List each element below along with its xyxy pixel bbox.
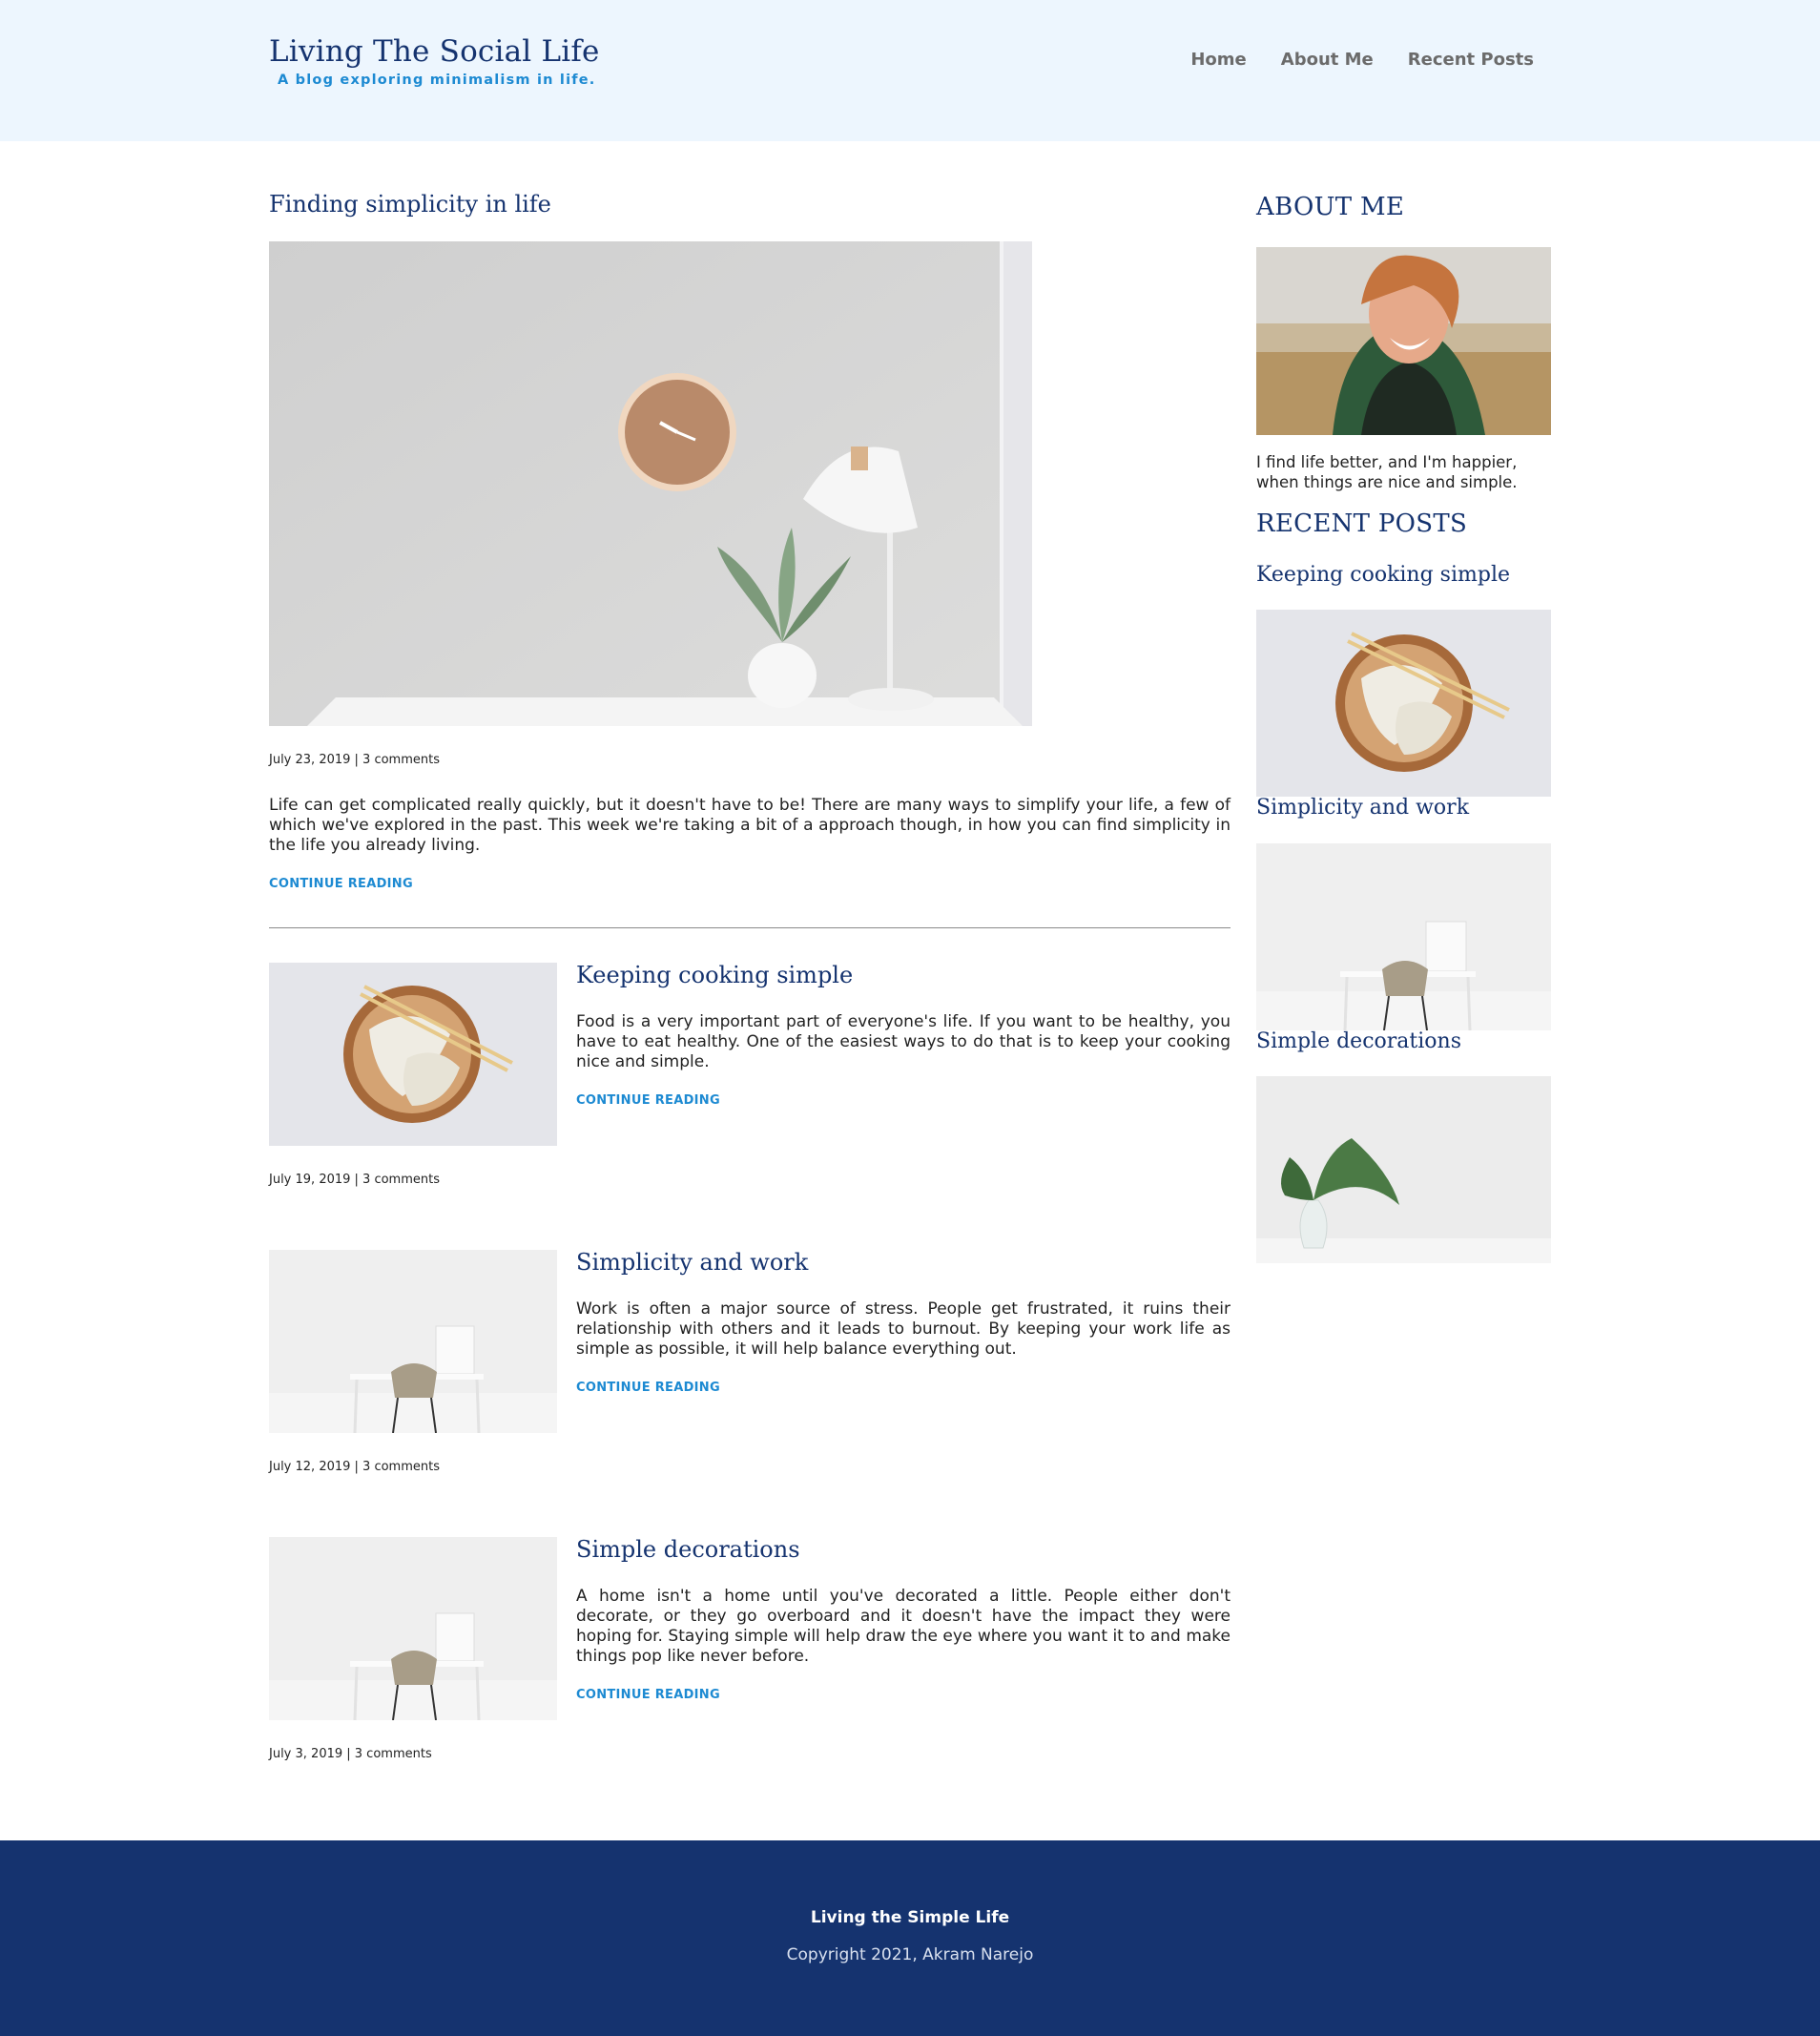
recent-post-image-plant-vase[interactable] xyxy=(1256,1076,1551,1263)
post-excerpt: Work is often a major source of stress. … xyxy=(576,1299,1231,1359)
post-meta: July 12, 2019 | 3 comments xyxy=(269,1460,440,1474)
site-header: Living The Social Life A blog exploring … xyxy=(0,0,1820,141)
featured-continue-reading-link[interactable]: CONTINUE READING xyxy=(269,877,413,891)
about-me-text: I find life better, and I'm happier, whe… xyxy=(1256,453,1518,491)
nav-home[interactable]: Home xyxy=(1190,50,1246,70)
site-title[interactable]: Living The Social Life xyxy=(269,34,600,69)
post-image-dumplings[interactable] xyxy=(269,963,557,1146)
footer-copyright: Copyright 2021, Akram Narejo xyxy=(786,1945,1034,1964)
main-nav: Home About Me Recent Posts xyxy=(1190,50,1534,70)
post-meta: July 3, 2019 | 3 comments xyxy=(269,1747,432,1761)
post-image-desk-chair[interactable] xyxy=(269,1250,557,1433)
footer-title: Living the Simple Life xyxy=(810,1908,1010,1927)
featured-post-meta: July 23, 2019 | 3 comments xyxy=(269,753,440,767)
post-continue-reading-link[interactable]: CONTINUE READING xyxy=(576,1688,720,1702)
nav-recent-posts[interactable]: Recent Posts xyxy=(1408,50,1534,70)
site-footer: Living the Simple Life Copyright 2021, A… xyxy=(0,1840,1820,2036)
featured-image-clock-lamp[interactable] xyxy=(269,241,1032,726)
featured-post-title[interactable]: Finding simplicity in life xyxy=(269,191,551,218)
post-excerpt: Food is a very important part of everyon… xyxy=(576,1012,1231,1071)
recent-posts-heading: RECENT POSTS xyxy=(1256,509,1468,538)
recent-post-link[interactable]: Simple decorations xyxy=(1256,1029,1461,1053)
post-continue-reading-link[interactable]: CONTINUE READING xyxy=(576,1381,720,1395)
post-meta: July 19, 2019 | 3 comments xyxy=(269,1173,440,1187)
recent-post-image-dumplings[interactable] xyxy=(1256,610,1551,797)
recent-post-image-desk-chair[interactable] xyxy=(1256,843,1551,1030)
section-divider xyxy=(269,927,1231,928)
post-continue-reading-link[interactable]: CONTINUE READING xyxy=(576,1093,720,1108)
featured-post-excerpt: Life can get complicated really quickly,… xyxy=(269,796,1231,855)
about-me-photo xyxy=(1256,247,1551,435)
post-title[interactable]: Simplicity and work xyxy=(576,1249,808,1276)
recent-post-link[interactable]: Keeping cooking simple xyxy=(1256,563,1510,587)
nav-about-me[interactable]: About Me xyxy=(1281,50,1374,70)
post-title[interactable]: Keeping cooking simple xyxy=(576,962,853,988)
recent-post-link[interactable]: Simplicity and work xyxy=(1256,796,1469,820)
post-image-desk-chair[interactable] xyxy=(269,1537,557,1720)
post-title[interactable]: Simple decorations xyxy=(576,1536,800,1563)
about-me-heading: ABOUT ME xyxy=(1256,193,1405,221)
site-subtitle: A blog exploring minimalism in life. xyxy=(278,73,596,88)
post-excerpt: A home isn't a home until you've decorat… xyxy=(576,1587,1231,1666)
